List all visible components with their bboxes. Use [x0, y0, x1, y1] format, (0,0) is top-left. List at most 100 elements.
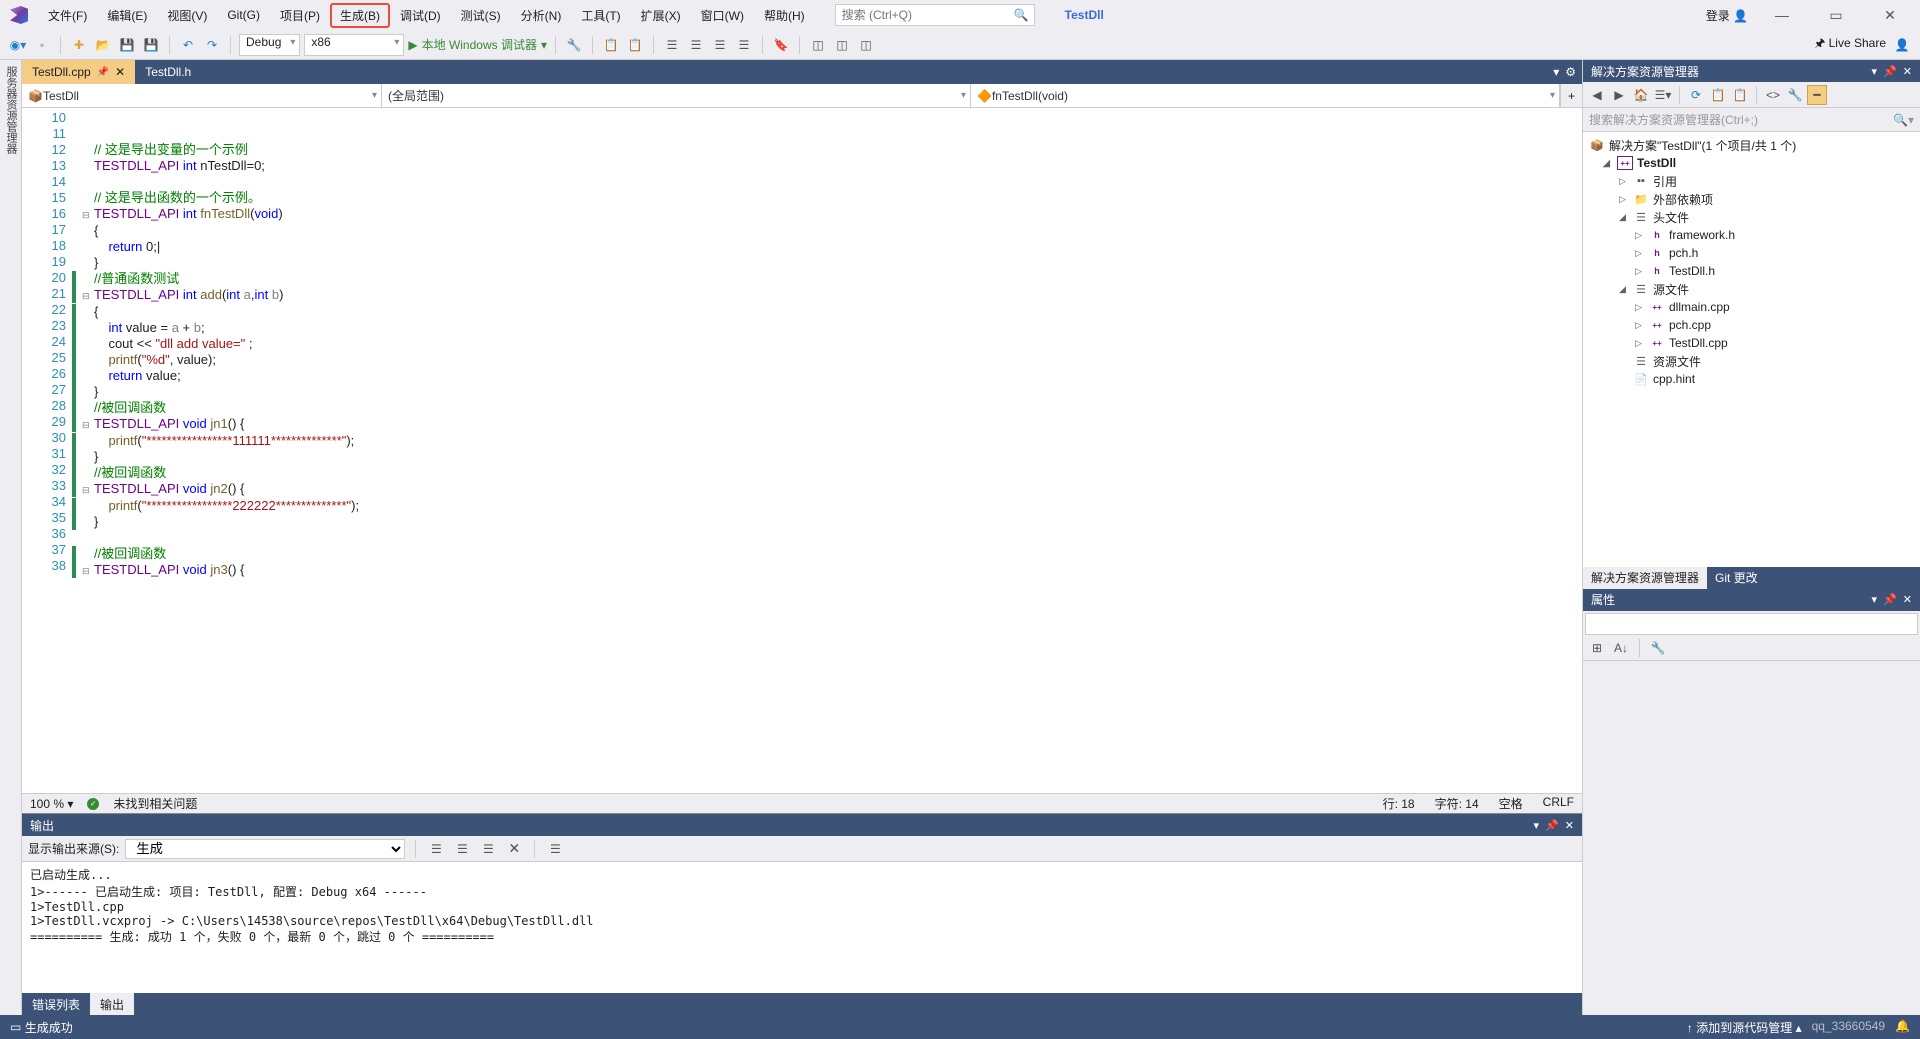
nav-add-icon[interactable]: +	[1560, 84, 1582, 107]
out-clear-icon[interactable]: 🗙	[504, 839, 524, 859]
sln-home-icon[interactable]: 🏠	[1631, 85, 1651, 105]
panel-pin-icon[interactable]: 📌	[1545, 819, 1559, 832]
tab-testdll-cpp[interactable]: TestDll.cpp 📌 ✕	[22, 60, 135, 84]
nav-fwd-icon[interactable]: ◦	[32, 35, 52, 55]
config-combo[interactable]: Debug	[239, 34, 300, 56]
sln-fwd-icon[interactable]: ▶	[1609, 85, 1629, 105]
sln-collapse-icon[interactable]: 📋	[1730, 85, 1750, 105]
tab-dropdown-icon[interactable]: ▾	[1553, 65, 1559, 79]
sln-code-icon[interactable]: <>	[1763, 85, 1783, 105]
undo-icon[interactable]: ↶	[178, 35, 198, 55]
props-object-combo[interactable]	[1585, 613, 1918, 635]
status-source-control[interactable]: ↑ 添加到源代码管理 ▴	[1687, 1019, 1802, 1036]
tb-bookmark-icon[interactable]: 🔖	[771, 35, 791, 55]
menu-view[interactable]: 视图(V)	[157, 3, 217, 28]
pin-icon[interactable]: 📌	[97, 67, 109, 78]
menu-project[interactable]: 项目(P)	[270, 3, 330, 28]
panel-dropdown-icon[interactable]: ▾	[1534, 819, 1540, 832]
tb-icon-11[interactable]: ◫	[856, 35, 876, 55]
props-pin-icon[interactable]: 📌	[1883, 593, 1897, 606]
props-categorized-icon[interactable]: ⊞	[1587, 638, 1607, 658]
tree-pch-h[interactable]: ▷hpch.h	[1583, 244, 1920, 262]
sln-preview-icon[interactable]: ━	[1807, 85, 1827, 105]
props-wrench-icon[interactable]: 🔧	[1648, 638, 1668, 658]
status-notification-icon[interactable]: 🔔	[1895, 1019, 1910, 1036]
sln-switch-icon[interactable]: ☰▾	[1653, 85, 1673, 105]
props-close-icon[interactable]: ✕	[1903, 593, 1912, 606]
menu-build[interactable]: 生成(B)	[330, 3, 390, 28]
sln-dropdown-icon[interactable]: ▾	[1872, 65, 1878, 78]
out-next-icon[interactable]: ☰	[478, 839, 498, 859]
sln-pin-icon[interactable]: 📌	[1883, 65, 1897, 78]
nav-member-combo[interactable]: 🔶 fnTestDll(void)	[971, 84, 1560, 107]
tree-references[interactable]: ▷▪▪引用	[1583, 172, 1920, 190]
out-wrap-icon[interactable]: ☰	[545, 839, 565, 859]
sln-sync-icon[interactable]: ⟳	[1686, 85, 1706, 105]
menu-debug[interactable]: 调试(D)	[390, 3, 451, 28]
tb-icon-9[interactable]: ◫	[808, 35, 828, 55]
server-explorer-tab[interactable]: 服务器资源管理器	[3, 66, 19, 1009]
menu-tools[interactable]: 工具(T)	[571, 3, 630, 28]
menu-git[interactable]: Git(G)	[217, 4, 270, 26]
tab-settings-icon[interactable]: ⚙	[1565, 65, 1576, 79]
tb-icon-10[interactable]: ◫	[832, 35, 852, 55]
sln-tab-git[interactable]: Git 更改	[1707, 567, 1766, 589]
liveshare-button[interactable]: 🖈 Live Share	[1814, 34, 1886, 55]
zoom-combo[interactable]: 100 % ▾	[30, 797, 73, 811]
maximize-button[interactable]: ▭	[1816, 3, 1856, 27]
tree-resources-folder[interactable]: ☰资源文件	[1583, 352, 1920, 370]
tb-indent-icon[interactable]: ☰	[662, 35, 682, 55]
solution-tree[interactable]: 📦解决方案"TestDll"(1 个项目/共 1 个) ◢++TestDll ▷…	[1583, 132, 1920, 567]
close-tab-icon[interactable]: ✕	[115, 65, 125, 79]
search-icon[interactable]: 🔍	[1014, 8, 1029, 22]
out-prev-icon[interactable]: ☰	[452, 839, 472, 859]
menu-extensions[interactable]: 扩展(X)	[631, 3, 691, 28]
platform-combo[interactable]: x86	[304, 34, 404, 56]
output-source-combo[interactable]: 生成	[125, 839, 405, 859]
menu-analyze[interactable]: 分析(N)	[511, 3, 572, 28]
tree-sources-folder[interactable]: ◢☰源文件	[1583, 280, 1920, 298]
tb-outdent-icon[interactable]: ☰	[686, 35, 706, 55]
sln-back-icon[interactable]: ◀	[1587, 85, 1607, 105]
nav-back-icon[interactable]: ◉▾	[8, 35, 28, 55]
save-icon[interactable]: 💾	[117, 35, 137, 55]
sln-close-icon[interactable]: ✕	[1903, 65, 1912, 78]
tree-project[interactable]: ◢++TestDll	[1583, 154, 1920, 172]
panel-close-icon[interactable]: ✕	[1565, 819, 1574, 832]
tb-comment-icon[interactable]: ☰	[710, 35, 730, 55]
new-project-icon[interactable]: ✚	[69, 35, 89, 55]
props-alpha-icon[interactable]: A↓	[1611, 638, 1631, 658]
tab-testdll-h[interactable]: TestDll.h	[135, 60, 201, 84]
menu-help[interactable]: 帮助(H)	[754, 3, 815, 28]
menu-file[interactable]: 文件(F)	[38, 3, 97, 28]
nav-context-combo[interactable]: (全局范围)	[382, 84, 971, 107]
output-text[interactable]: 已启动生成... 1>------ 已启动生成: 项目: TestDll, 配置…	[22, 862, 1582, 993]
code-editor[interactable]: 1011121314151617181920212223242526272829…	[22, 108, 1582, 793]
open-file-icon[interactable]: 📂	[93, 35, 113, 55]
tb-icon-2[interactable]: 📋	[601, 35, 621, 55]
menu-window[interactable]: 窗口(W)	[691, 3, 754, 28]
tree-cpphint[interactable]: 📄cpp.hint	[1583, 370, 1920, 388]
tree-testdll-cpp[interactable]: ▷++TestDll.cpp	[1583, 334, 1920, 352]
redo-icon[interactable]: ↷	[202, 35, 222, 55]
sln-prop-icon[interactable]: 🔧	[1785, 85, 1805, 105]
nav-scope-combo[interactable]: 📦 TestDll	[22, 84, 382, 107]
global-search-input[interactable]	[835, 4, 1035, 26]
login-button[interactable]: 登录 👤	[1706, 7, 1748, 24]
tree-framework-h[interactable]: ▷hframework.h	[1583, 226, 1920, 244]
feedback-icon[interactable]: 👤	[1892, 35, 1912, 55]
menu-edit[interactable]: 编辑(E)	[97, 3, 157, 28]
tree-external-deps[interactable]: ▷📁外部依赖项	[1583, 190, 1920, 208]
minimize-button[interactable]: —	[1762, 3, 1802, 27]
tb-uncomment-icon[interactable]: ☰	[734, 35, 754, 55]
tree-dllmain-cpp[interactable]: ▷++dllmain.cpp	[1583, 298, 1920, 316]
close-window-button[interactable]: ✕	[1870, 3, 1910, 27]
tab-errorlist[interactable]: 错误列表	[22, 993, 90, 1015]
tree-solution-root[interactable]: 📦解决方案"TestDll"(1 个项目/共 1 个)	[1583, 136, 1920, 154]
out-find-icon[interactable]: ☰	[426, 839, 446, 859]
tree-testdll-h[interactable]: ▷hTestDll.h	[1583, 262, 1920, 280]
props-dropdown-icon[interactable]: ▾	[1872, 593, 1878, 606]
start-debug-button[interactable]: ▶ 本地 Windows 调试器 ▾	[408, 36, 547, 53]
sln-search-input[interactable]: 搜索解决方案资源管理器(Ctrl+;) 🔍▾	[1583, 108, 1920, 132]
tree-pch-cpp[interactable]: ▷++pch.cpp	[1583, 316, 1920, 334]
